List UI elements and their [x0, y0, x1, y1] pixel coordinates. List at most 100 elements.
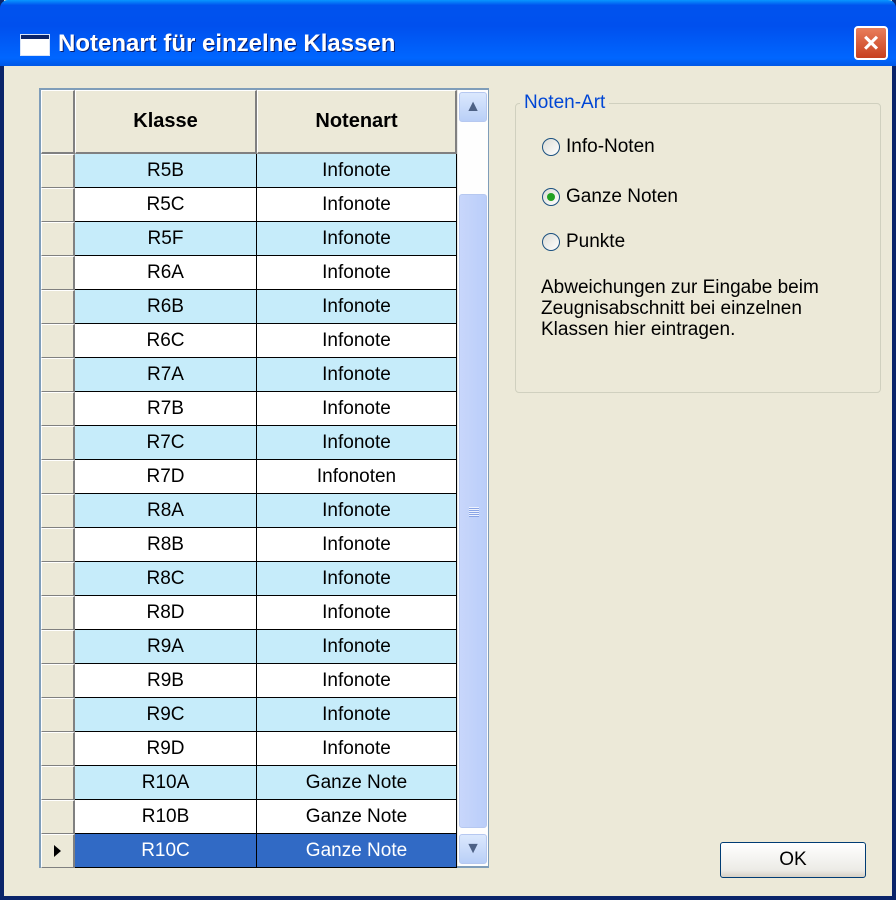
- table-row[interactable]: R8D Infonote: [41, 596, 457, 630]
- cell-notenart[interactable]: Infonote: [257, 664, 457, 698]
- vertical-scrollbar[interactable]: ▲ ▼: [457, 90, 488, 866]
- row-selector[interactable]: [41, 358, 75, 392]
- cell-klasse[interactable]: R9A: [75, 630, 257, 664]
- cell-klasse[interactable]: R8A: [75, 494, 257, 528]
- cell-klasse[interactable]: R10A: [75, 766, 257, 800]
- cell-notenart[interactable]: Infonote: [257, 222, 457, 256]
- scroll-thumb[interactable]: [459, 194, 487, 828]
- cell-klasse[interactable]: R8B: [75, 528, 257, 562]
- table-row[interactable]: R5F Infonote: [41, 222, 457, 256]
- table-row[interactable]: R10A Ganze Note: [41, 766, 457, 800]
- cell-notenart[interactable]: Infonote: [257, 358, 457, 392]
- cell-klasse[interactable]: R8D: [75, 596, 257, 630]
- cell-notenart[interactable]: Infonoten: [257, 460, 457, 494]
- current-row-arrow-icon: [54, 845, 61, 857]
- radio-info-noten[interactable]: Info-Noten: [542, 136, 655, 158]
- table-row[interactable]: R9A Infonote: [41, 630, 457, 664]
- row-selector[interactable]: [41, 528, 75, 562]
- cell-notenart[interactable]: Ganze Note: [257, 800, 457, 834]
- row-selector[interactable]: [41, 562, 75, 596]
- row-selector[interactable]: [41, 630, 75, 664]
- cell-notenart[interactable]: Infonote: [257, 154, 457, 188]
- table-row[interactable]: R8B Infonote: [41, 528, 457, 562]
- table-row[interactable]: R6C Infonote: [41, 324, 457, 358]
- cell-notenart[interactable]: Infonote: [257, 732, 457, 766]
- radio-ganze-noten[interactable]: Ganze Noten: [542, 186, 678, 208]
- cell-notenart[interactable]: Infonote: [257, 494, 457, 528]
- cell-klasse[interactable]: R9B: [75, 664, 257, 698]
- cell-notenart[interactable]: Infonote: [257, 324, 457, 358]
- row-selector[interactable]: [41, 732, 75, 766]
- row-selector[interactable]: [41, 256, 75, 290]
- scroll-down-button[interactable]: ▼: [459, 834, 487, 864]
- cell-klasse[interactable]: R8C: [75, 562, 257, 596]
- cell-notenart[interactable]: Infonote: [257, 630, 457, 664]
- table-row[interactable]: R9B Infonote: [41, 664, 457, 698]
- cell-klasse[interactable]: R7A: [75, 358, 257, 392]
- cell-notenart[interactable]: Ganze Note: [257, 834, 457, 868]
- cell-notenart[interactable]: Infonote: [257, 698, 457, 732]
- row-selector[interactable]: [41, 834, 75, 868]
- radio-punkte[interactable]: Punkte: [542, 231, 625, 253]
- cell-klasse[interactable]: R5F: [75, 222, 257, 256]
- row-selector[interactable]: [41, 494, 75, 528]
- table-row[interactable]: R6A Infonote: [41, 256, 457, 290]
- row-selector[interactable]: [41, 154, 75, 188]
- cell-notenart[interactable]: Infonote: [257, 426, 457, 460]
- table-row[interactable]: R9C Infonote: [41, 698, 457, 732]
- row-selector[interactable]: [41, 698, 75, 732]
- title-bar[interactable]: Notenart für einzelne Klassen ×: [0, 0, 896, 66]
- table-row[interactable]: R10C Ganze Note: [41, 834, 457, 868]
- table-row[interactable]: R7A Infonote: [41, 358, 457, 392]
- row-selector[interactable]: [41, 188, 75, 222]
- table-row[interactable]: R7D Infonoten: [41, 460, 457, 494]
- ok-button[interactable]: OK: [720, 842, 866, 878]
- cell-notenart[interactable]: Infonote: [257, 188, 457, 222]
- table-row[interactable]: R10B Ganze Note: [41, 800, 457, 834]
- table-row[interactable]: R5B Infonote: [41, 154, 457, 188]
- table-row[interactable]: R5C Infonote: [41, 188, 457, 222]
- row-selector[interactable]: [41, 222, 75, 256]
- cell-klasse[interactable]: R6A: [75, 256, 257, 290]
- row-selector[interactable]: [41, 290, 75, 324]
- cell-klasse[interactable]: R9C: [75, 698, 257, 732]
- row-selector[interactable]: [41, 664, 75, 698]
- cell-klasse[interactable]: R7B: [75, 392, 257, 426]
- table-row[interactable]: R6B Infonote: [41, 290, 457, 324]
- row-selector[interactable]: [41, 392, 75, 426]
- cell-notenart[interactable]: Infonote: [257, 256, 457, 290]
- table-row[interactable]: R7C Infonote: [41, 426, 457, 460]
- cell-notenart[interactable]: Infonote: [257, 528, 457, 562]
- table-row[interactable]: R8C Infonote: [41, 562, 457, 596]
- table-row[interactable]: R8A Infonote: [41, 494, 457, 528]
- row-selector[interactable]: [41, 596, 75, 630]
- close-button[interactable]: ×: [854, 26, 888, 60]
- cell-klasse[interactable]: R6C: [75, 324, 257, 358]
- row-selector[interactable]: [41, 460, 75, 494]
- cell-klasse[interactable]: R10C: [75, 834, 257, 868]
- cell-klasse[interactable]: R9D: [75, 732, 257, 766]
- dialog-window: Notenart für einzelne Klassen × Klasse N…: [0, 0, 896, 900]
- column-header-klasse[interactable]: Klasse: [75, 90, 257, 154]
- row-selector[interactable]: [41, 324, 75, 358]
- cell-klasse[interactable]: R5C: [75, 188, 257, 222]
- cell-notenart[interactable]: Infonote: [257, 290, 457, 324]
- cell-klasse[interactable]: R7C: [75, 426, 257, 460]
- cell-klasse[interactable]: R7D: [75, 460, 257, 494]
- cell-notenart[interactable]: Infonote: [257, 562, 457, 596]
- row-selector[interactable]: [41, 800, 75, 834]
- cell-notenart[interactable]: Infonote: [257, 596, 457, 630]
- row-selector[interactable]: [41, 426, 75, 460]
- table-row[interactable]: R7B Infonote: [41, 392, 457, 426]
- cell-klasse[interactable]: R5B: [75, 154, 257, 188]
- cell-klasse[interactable]: R10B: [75, 800, 257, 834]
- column-header-notenart[interactable]: Notenart: [257, 90, 457, 154]
- cell-notenart[interactable]: Ganze Note: [257, 766, 457, 800]
- classes-grid[interactable]: Klasse Notenart R5B Infonote R5C Infonote R5…: [39, 88, 489, 868]
- radio-circle-icon: [542, 138, 560, 156]
- table-row[interactable]: R9D Infonote: [41, 732, 457, 766]
- scroll-up-button[interactable]: ▲: [459, 92, 487, 122]
- row-selector[interactable]: [41, 766, 75, 800]
- cell-klasse[interactable]: R6B: [75, 290, 257, 324]
- cell-notenart[interactable]: Infonote: [257, 392, 457, 426]
